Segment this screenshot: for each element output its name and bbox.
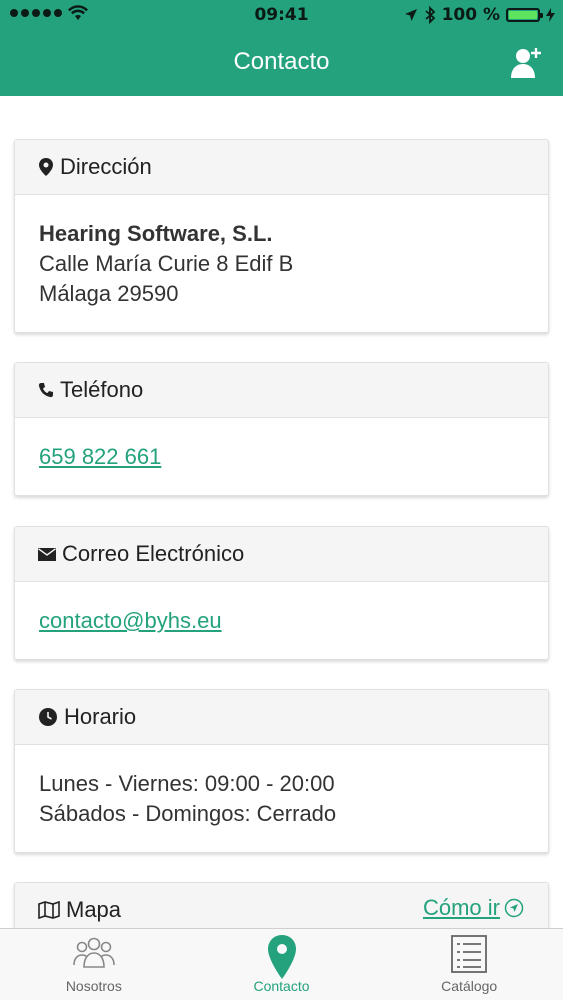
contact-content[interactable]: Dirección Hearing Software, S.L. Calle M… (0, 96, 563, 928)
weekday-hours: Lunes - Viernes: 09:00 - 20:00 (39, 771, 335, 796)
address-card-header: Dirección (15, 140, 548, 195)
email-card-title: Correo Electrónico (62, 541, 245, 566)
directions-link[interactable]: Cómo ir (423, 895, 524, 921)
hours-card-header: Horario (15, 690, 548, 745)
location-pin-icon (267, 935, 296, 979)
nav-bar: Contacto (0, 30, 563, 96)
status-bar: 09:41 100 % (0, 0, 563, 30)
hours-card-title: Horario (64, 704, 137, 729)
battery-percent: 100 % (441, 5, 500, 25)
list-icon (451, 935, 488, 973)
tab-nosotros[interactable]: Nosotros (0, 929, 188, 1000)
address-card: Dirección Hearing Software, S.L. Calle M… (14, 139, 549, 333)
navigation-arrow-icon (504, 898, 524, 918)
location-arrow-icon (404, 9, 417, 21)
tab-bar: Nosotros Contacto Catálogo (0, 928, 563, 1000)
map-card: Mapa Cómo ir (14, 882, 549, 928)
city-postal: Málaga 29590 (39, 281, 179, 306)
email-card-body: contacto@byhs.eu (15, 582, 548, 636)
users-icon (73, 937, 115, 968)
street-address: Calle María Curie 8 Edif B (39, 251, 294, 276)
envelope-icon (38, 545, 56, 563)
charging-icon (546, 8, 555, 22)
phone-card-header: Teléfono (15, 363, 548, 418)
battery-icon (506, 8, 543, 22)
email-link[interactable]: contacto@byhs.eu (39, 608, 222, 633)
hours-card-body: Lunes - Viernes: 09:00 - 20:00 Sábados -… (15, 745, 548, 829)
address-card-title: Dirección (60, 154, 152, 179)
page-title: Contacto (233, 48, 330, 75)
email-card-header: Correo Electrónico (15, 527, 548, 582)
phone-link[interactable]: 659 822 661 (39, 444, 161, 469)
tab-catalogo[interactable]: Catálogo (375, 929, 563, 1000)
tab-nosotros-label: Nosotros (65, 978, 122, 994)
address-card-body: Hearing Software, S.L. Calle María Curie… (15, 195, 548, 309)
clock-icon (38, 708, 58, 726)
location-pin-icon (38, 158, 54, 176)
phone-icon (38, 381, 54, 399)
add-contact-icon[interactable] (509, 46, 543, 80)
map-card-header: Mapa Cómo ir (15, 883, 548, 928)
status-right: 100 % (404, 5, 555, 25)
tab-catalogo-label: Catálogo (441, 978, 498, 994)
hours-card: Horario Lunes - Viernes: 09:00 - 20:00 S… (14, 689, 549, 853)
phone-card: Teléfono 659 822 661 (14, 362, 549, 496)
phone-card-body: 659 822 661 (15, 418, 548, 472)
directions-label: Cómo ir (422, 895, 500, 920)
email-card: Correo Electrónico contacto@byhs.eu (14, 526, 549, 660)
tab-contacto[interactable]: Contacto (188, 929, 376, 1000)
weekend-hours: Sábados - Domingos: Cerrado (39, 801, 337, 826)
bluetooth-icon (424, 6, 435, 24)
phone-card-title: Teléfono (60, 377, 144, 402)
company-name: Hearing Software, S.L. (39, 221, 273, 246)
map-card-title: Mapa (66, 897, 122, 922)
map-icon (38, 901, 60, 919)
tab-contacto-label: Contacto (253, 978, 310, 994)
